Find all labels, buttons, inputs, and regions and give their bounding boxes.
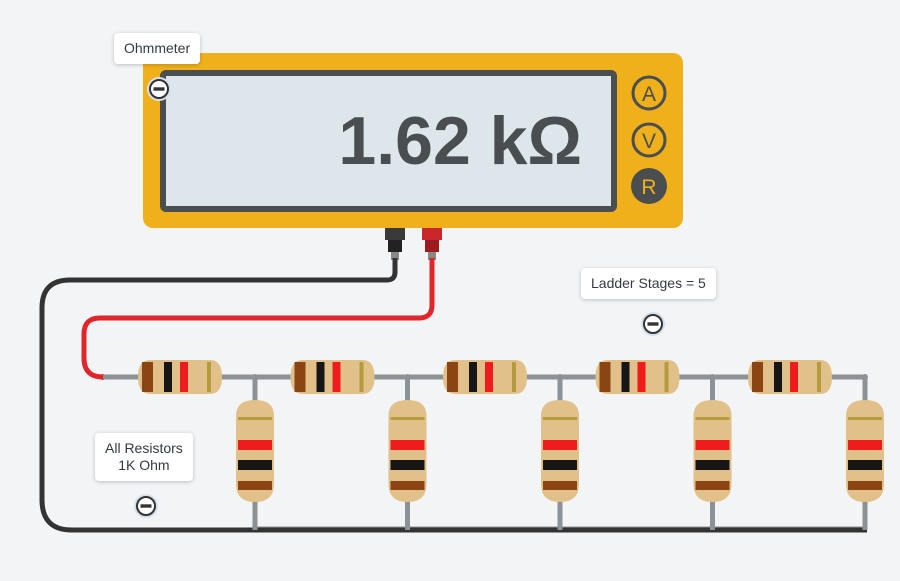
resistor-color-band xyxy=(390,481,425,490)
resistor-color-band xyxy=(238,460,272,470)
resistor-color-band xyxy=(164,362,172,392)
resistor-color-band xyxy=(390,460,425,470)
resistor-color-band xyxy=(469,362,477,392)
junction-node xyxy=(404,374,411,380)
resistor-color-band xyxy=(695,417,730,420)
resistor-ladder xyxy=(138,360,884,530)
resistor-color-band xyxy=(294,362,306,392)
mode-button-label: V xyxy=(642,130,656,153)
resistors-label-line1: All Resistors xyxy=(105,440,183,456)
resistor-color-band xyxy=(790,362,798,392)
resistors-collapse-icon[interactable] xyxy=(134,494,158,518)
resistor-color-band xyxy=(359,362,364,392)
resistor-color-band xyxy=(695,481,730,490)
mode-button-ohmmeter[interactable]: R xyxy=(631,168,667,204)
ladder-stages-collapse-icon[interactable] xyxy=(641,312,665,336)
resistor-color-band xyxy=(543,460,577,470)
junction-node xyxy=(709,374,716,380)
resistor-color-band xyxy=(848,417,882,420)
resistor-color-band xyxy=(543,417,577,420)
red-probe-connector xyxy=(422,228,442,260)
resistor-color-band xyxy=(238,481,272,490)
resistor-color-band xyxy=(543,440,577,450)
series-resistor[interactable] xyxy=(595,360,680,394)
series-resistor[interactable] xyxy=(443,360,527,394)
resistor-color-band xyxy=(774,362,782,392)
resistor-color-band xyxy=(752,362,763,392)
resistor-color-band xyxy=(180,362,188,392)
red-probe-wire xyxy=(81,258,435,380)
shunt-resistor[interactable] xyxy=(541,374,579,530)
resistor-color-band xyxy=(238,417,272,420)
circuit-diagram: 1.62 kΩ A V R xyxy=(39,53,884,533)
meter-reading: 1.62 kΩ xyxy=(338,103,582,179)
shunt-resistor[interactable] xyxy=(388,374,427,530)
resistors-label-line2: 1K Ohm xyxy=(118,457,170,473)
shunt-resistor[interactable] xyxy=(693,374,732,530)
resistor-color-band xyxy=(599,362,611,392)
resistor-color-band xyxy=(848,460,882,470)
shunt-resistor[interactable] xyxy=(236,374,274,530)
junction-node xyxy=(252,374,258,380)
mode-button-label: R xyxy=(641,176,656,199)
resistor-color-band xyxy=(817,362,821,392)
resistor-color-band xyxy=(316,362,325,392)
resistor-color-band xyxy=(207,362,211,392)
ohmmeter-collapse-icon[interactable] xyxy=(147,77,171,101)
resistor-color-band xyxy=(485,362,493,392)
series-resistor[interactable] xyxy=(290,360,375,394)
resistor-color-band xyxy=(637,362,646,392)
ohmmeter-label: Ohmmeter xyxy=(124,40,191,56)
resistors-value-callout: All Resistors 1K Ohm xyxy=(95,433,193,481)
ohmmeter: 1.62 kΩ A V R xyxy=(143,53,683,228)
resistor-color-band xyxy=(390,417,425,420)
shunt-resistor[interactable] xyxy=(846,374,884,530)
ladder-stages-callout: Ladder Stages = 5 xyxy=(581,268,716,299)
resistor-color-band xyxy=(512,362,516,392)
resistor-color-band xyxy=(621,362,630,392)
resistor-color-band xyxy=(390,440,425,450)
resistor-color-band xyxy=(447,362,458,392)
ohmmeter-label-callout: Ohmmeter xyxy=(114,33,201,64)
mode-button-label: A xyxy=(642,83,656,106)
resistor-color-band xyxy=(543,481,577,490)
resistor-color-band xyxy=(695,440,730,450)
black-probe-connector xyxy=(385,228,405,260)
resistor-color-band xyxy=(848,481,882,490)
resistor-color-band xyxy=(848,440,882,450)
resistor-color-band xyxy=(332,362,341,392)
junction-node xyxy=(557,374,563,380)
resistor-color-band xyxy=(142,362,153,392)
resistor-color-band xyxy=(695,460,730,470)
series-resistor[interactable] xyxy=(138,360,222,394)
resistor-color-band xyxy=(664,362,669,392)
ladder-stages-label: Ladder Stages = 5 xyxy=(591,275,706,291)
resistor-color-band xyxy=(238,440,272,450)
junction-node xyxy=(862,374,868,380)
series-resistor[interactable] xyxy=(748,360,832,394)
